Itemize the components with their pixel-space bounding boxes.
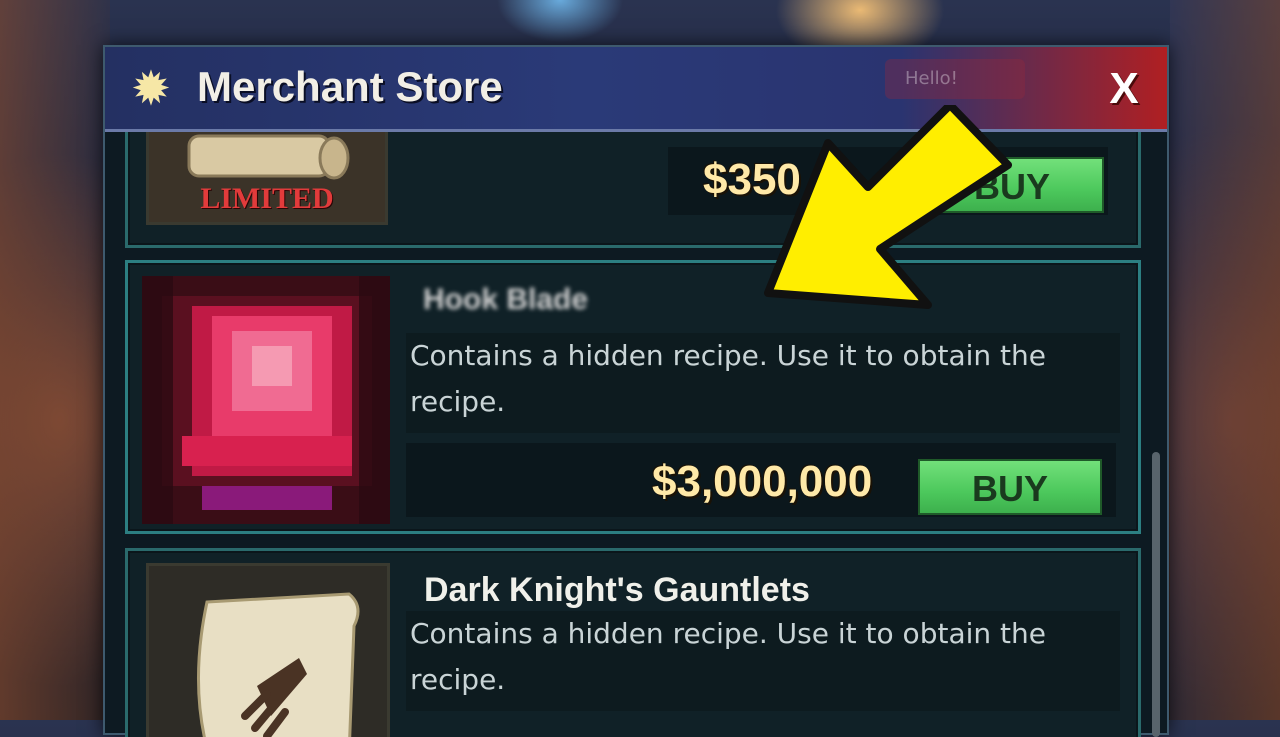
item-price: $3,000,000 [652, 457, 873, 506]
window-title: Merchant Store [197, 63, 503, 110]
item-description: Contains a hidden recipe. Use it to obta… [406, 333, 1120, 433]
item-name: Hook Blade [423, 283, 589, 316]
list-item-dark-knight-gauntlets: Dark Knight's Gauntlets Contains a hidde… [125, 548, 1141, 737]
description-line: Contains a hidden recipe. Use it to obta… [410, 339, 1046, 372]
background-left [0, 0, 110, 720]
description-line: Contains a hidden recipe. Use it to obta… [410, 617, 1046, 650]
list-item-limited-scroll: LIMITED $350 BUY [125, 132, 1141, 248]
title-bar: ✹ Merchant Store Hello! X [105, 47, 1167, 132]
scroll-thumbnail: LIMITED [146, 132, 388, 225]
scroll-thumbnail [146, 563, 390, 737]
hello-chip: Hello! [885, 59, 1025, 99]
description-line: recipe. [410, 663, 506, 696]
star-icon: ✹ [130, 61, 172, 117]
buy-button[interactable]: BUY [920, 157, 1104, 213]
buy-button[interactable]: BUY [918, 459, 1102, 515]
item-price: $350 [703, 155, 801, 204]
close-button[interactable]: X [1099, 61, 1149, 117]
scrollbar[interactable] [1152, 452, 1160, 737]
background-right [1170, 0, 1280, 720]
gauntlet-recipe-icon [196, 592, 360, 737]
item-description: Contains a hidden recipe. Use it to obta… [406, 611, 1120, 711]
hook-blade-thumbnail [142, 276, 390, 524]
item-name: Dark Knight's Gauntlets [424, 571, 810, 609]
limited-badge: LIMITED [200, 182, 334, 215]
description-line: recipe. [410, 385, 506, 418]
